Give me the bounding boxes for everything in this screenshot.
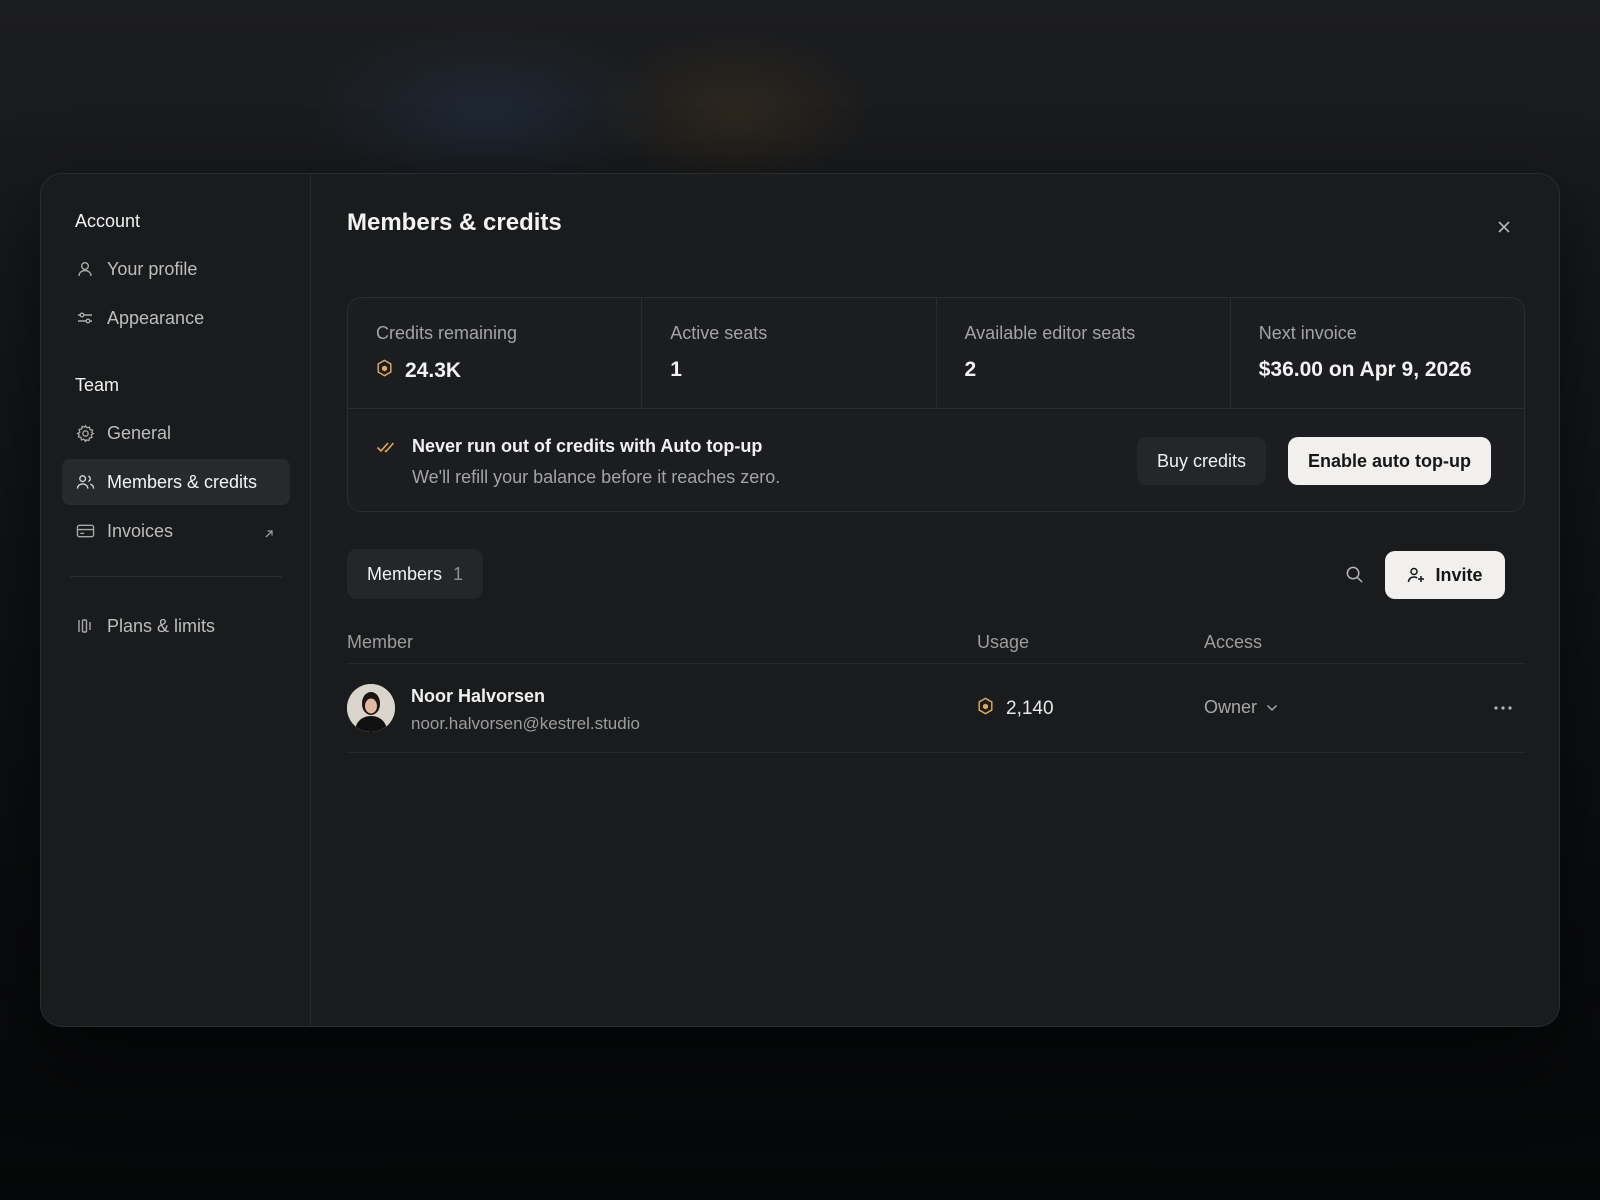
- sidebar-item-label: Invoices: [107, 520, 174, 541]
- sidebar-item-invoices[interactable]: Invoices: [62, 508, 290, 554]
- stat-value-wrap: 24.3K: [376, 358, 641, 383]
- stat-active-seats: Active seats 1: [642, 298, 937, 408]
- account-section-title: Account: [75, 211, 141, 231]
- member-email: noor.halvorsen@kestrel.studio: [411, 714, 640, 733]
- buy-credits-button[interactable]: Buy credits: [1137, 437, 1267, 485]
- coin-icon: [977, 697, 994, 721]
- page-title: Members & credits: [347, 209, 562, 236]
- column-header-member: Member: [347, 632, 414, 652]
- double-check-icon: [376, 440, 396, 459]
- settings-main: Members & credits Credits remaining 24.3…: [311, 174, 1559, 1026]
- auto-topup-subtitle: We'll refill your balance before it reac…: [412, 467, 781, 487]
- tab-members[interactable]: Members 1: [347, 549, 484, 599]
- stat-label: Available editor seats: [964, 323, 1136, 343]
- sidebar-item-plans-limits[interactable]: Plans & limits: [62, 603, 290, 649]
- sidebar-item-your-profile[interactable]: Your profile: [62, 246, 290, 292]
- column-header-usage: Usage: [977, 632, 1030, 652]
- settings-sidebar: Account Your profile Appearance Team Gen…: [41, 174, 311, 1026]
- chevron-down-icon: [1266, 704, 1278, 712]
- close-icon: [1498, 221, 1510, 233]
- member-name: Noor Halvorsen: [411, 686, 546, 706]
- sidebar-item-label: Plans & limits: [107, 615, 216, 636]
- members-table-header: Member Usage Access: [347, 614, 1525, 664]
- sidebar-item-label: Your profile: [107, 258, 198, 279]
- stat-available-editor-seats: Available editor seats 2: [937, 298, 1231, 408]
- tab-label: Members: [367, 563, 443, 584]
- access-dropdown[interactable]: Owner: [1204, 697, 1278, 718]
- avatar: [347, 684, 395, 732]
- search-icon: [1346, 566, 1363, 583]
- credit-card-icon: [74, 520, 96, 542]
- more-horizontal-icon: [1494, 706, 1512, 710]
- user-icon: [74, 258, 96, 280]
- search-button[interactable]: [1343, 563, 1365, 585]
- add-user-icon: [1407, 566, 1425, 584]
- credits-summary-card: Credits remaining 24.3K Active seats 1 A…: [347, 297, 1525, 512]
- sidebar-item-appearance[interactable]: Appearance: [62, 295, 290, 341]
- more-options-button[interactable]: [1491, 697, 1515, 719]
- stat-label: Credits remaining: [376, 323, 518, 343]
- sidebar-item-general[interactable]: General: [62, 410, 290, 456]
- usage-value: 2,140: [1006, 698, 1054, 719]
- stat-next-invoice: Next invoice $36.00 on Apr 9, 2026: [1231, 298, 1524, 408]
- external-link-icon: [264, 523, 274, 544]
- sliders-icon: [74, 307, 96, 329]
- invite-label: Invite: [1435, 564, 1483, 585]
- stat-credits-remaining: Credits remaining 24.3K: [348, 298, 643, 408]
- settings-modal: Account Your profile Appearance Team Gen…: [40, 173, 1560, 1027]
- coin-icon: [376, 359, 393, 383]
- bars-icon: [74, 615, 96, 637]
- team-section-title: Team: [75, 375, 120, 395]
- tab-count: 1: [453, 563, 464, 584]
- gear-icon: [74, 422, 96, 444]
- stat-label: Next invoice: [1258, 323, 1357, 343]
- member-usage: 2,140: [977, 697, 1054, 721]
- stat-value: 2: [964, 358, 977, 381]
- stat-label: Active seats: [670, 323, 768, 343]
- invite-button[interactable]: Invite: [1385, 551, 1505, 599]
- table-row: Noor Halvorsen noor.halvorsen@kestrel.st…: [347, 664, 1525, 753]
- close-button[interactable]: [1493, 216, 1515, 238]
- auto-topup-title: Never run out of credits with Auto top-u…: [412, 436, 763, 456]
- access-value: Owner: [1204, 697, 1258, 717]
- enable-auto-topup-button[interactable]: Enable auto top-up: [1288, 437, 1491, 485]
- sidebar-item-label: Members & credits: [107, 471, 258, 492]
- stat-value: $36.00 on Apr 9, 2026: [1258, 358, 1472, 381]
- sidebar-item-label: Appearance: [107, 307, 205, 328]
- sidebar-item-label: General: [107, 422, 172, 443]
- column-header-access: Access: [1204, 632, 1263, 652]
- stat-value: 1: [670, 358, 682, 381]
- stat-value: 24.3K: [405, 358, 462, 382]
- stats-row: Credits remaining 24.3K Active seats 1 A…: [348, 298, 1524, 409]
- sidebar-item-members-credits[interactable]: Members & credits: [62, 459, 290, 505]
- users-icon: [74, 471, 96, 493]
- sidebar-divider: [70, 576, 282, 577]
- auto-topup-banner: Never run out of credits with Auto top-u…: [348, 409, 1524, 511]
